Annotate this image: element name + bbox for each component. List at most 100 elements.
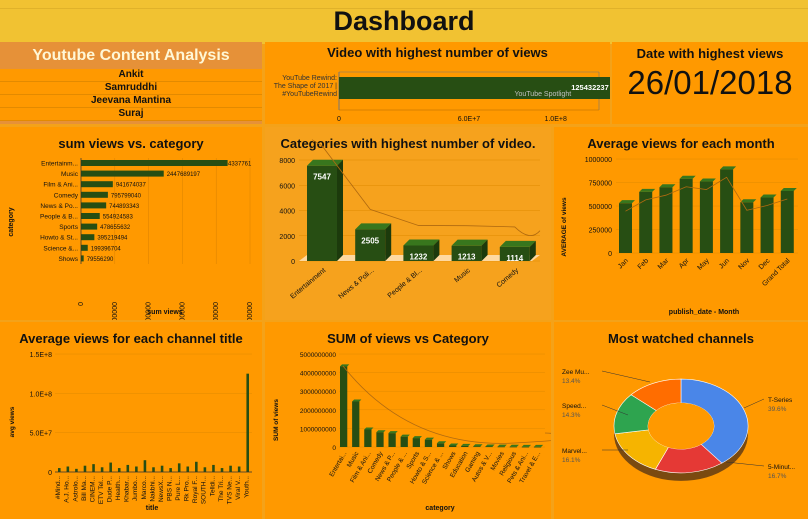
series-label: YouTube Spotlight <box>514 91 571 98</box>
leader-line <box>601 370 651 383</box>
bar-top <box>760 194 777 198</box>
date-panel-title: Date with highest views <box>636 46 784 61</box>
bar <box>220 468 224 472</box>
category-label: #Mind... <box>55 476 62 499</box>
bar <box>485 446 493 448</box>
tick-label: 1.0E+8 <box>30 391 52 398</box>
data-label: 7547 <box>313 173 331 182</box>
top-video-panel: Video with highest number of views YouTu… <box>265 42 610 124</box>
tick-label: 1.0E+8 <box>544 116 566 123</box>
category-label: News & Poli... <box>338 267 376 300</box>
tick-label: 4000 <box>279 209 295 216</box>
category-label: Dude P... <box>107 476 114 502</box>
category-label: #YouTubeRewind <box>282 91 337 98</box>
legend-label: Marvel... <box>562 448 587 455</box>
y-axis-label: SUM of views <box>273 399 280 441</box>
category-label: Mar <box>657 257 671 271</box>
tick-label: 3000000000 <box>179 302 186 320</box>
bar <box>83 465 87 472</box>
bar <box>81 181 113 188</box>
category-label: Jan <box>617 257 630 270</box>
date-panel: Date with highest views 26/01/2018 <box>612 42 808 124</box>
category-label: News & Po... <box>40 203 78 210</box>
bar-top <box>509 444 519 447</box>
bar <box>352 401 360 447</box>
bar <box>92 464 95 472</box>
x-axis-label: sum views <box>147 309 183 316</box>
data-label: 125432237 <box>571 83 609 92</box>
tick-label: 0 <box>332 445 336 452</box>
bar <box>160 465 164 472</box>
tick-label: 2000 <box>279 234 295 241</box>
author-name: Jeevana Mantina <box>0 95 262 108</box>
percent-label: 14.3% <box>562 412 581 419</box>
data-label: 1114 <box>506 254 523 263</box>
bar <box>169 468 172 472</box>
category-label: The Tri... <box>218 476 225 502</box>
bar-top <box>352 399 362 402</box>
channel-views-panel: Average views for each channel title avg… <box>0 322 262 519</box>
bar-top <box>485 444 495 447</box>
top-video-chart: YouTube Rewind: The Shape of 2017 | #You… <box>274 71 610 123</box>
sum-views-category-panel: sum views vs. category category sum view… <box>0 127 262 320</box>
tick-label: 1000000000 <box>300 426 337 433</box>
bar-top <box>720 166 737 170</box>
bar-top <box>679 175 696 179</box>
bar <box>400 436 408 447</box>
category-label: Film & Ani... <box>43 182 78 189</box>
tick-label: 4000000000 <box>300 371 337 378</box>
bar-top <box>364 427 374 430</box>
dashboard-title: Dashboard <box>333 6 475 36</box>
bar <box>81 191 108 198</box>
category-label: The Shape of 2017 | <box>274 83 337 90</box>
data-label: 744893343 <box>109 204 140 210</box>
bar-top <box>533 444 544 447</box>
bar-top <box>740 199 757 203</box>
tick-label: 750000 <box>589 181 612 188</box>
category-label: Entertainm... <box>41 161 78 168</box>
y-axis-label: category <box>8 207 15 236</box>
category-label: Royal F... <box>192 476 199 503</box>
category-label: Comedy <box>496 267 521 289</box>
trend-line <box>311 139 541 236</box>
bar <box>186 466 190 472</box>
bar <box>412 438 420 447</box>
author-name: Suraj <box>0 108 262 121</box>
tick-label: 8000 <box>279 158 295 165</box>
tick-label: 0 <box>78 302 85 306</box>
donut-hole <box>648 402 714 450</box>
tick-label: 0 <box>48 470 52 477</box>
y-axis-label: avg views <box>9 406 16 437</box>
category-label: Comedy <box>54 192 79 199</box>
tick-label: 250000 <box>589 228 612 235</box>
bar <box>237 466 241 472</box>
y-axis-label: AVERAGE of views <box>561 197 568 257</box>
tick-label: 6000 <box>279 183 295 190</box>
bar-top <box>403 239 440 246</box>
bar <box>509 446 517 448</box>
bar <box>619 203 632 253</box>
bar-top <box>376 430 386 433</box>
bar <box>340 366 348 447</box>
data-label: 795799040 <box>111 193 142 199</box>
category-label: Bill Ma... <box>81 476 88 501</box>
bar <box>81 223 98 230</box>
bar-side <box>385 223 392 261</box>
category-label: Health... <box>115 476 122 500</box>
category-label: Howto & St... <box>40 235 78 242</box>
bar-top <box>659 184 676 188</box>
monthly-views-chart: AVERAGE of views publish_date - Month 0 2… <box>561 157 798 316</box>
bar <box>143 460 147 472</box>
bar-top <box>699 178 716 182</box>
bar <box>81 255 84 262</box>
category-label: Shows <box>58 256 78 263</box>
category-label: A.J. Ho... <box>64 476 71 503</box>
tick-label: 2000000000 <box>146 302 153 320</box>
sum-views-category-chart: category sum views 0 1000000000 2000000000… <box>8 158 254 320</box>
tick-label: 4000000000 <box>213 302 220 320</box>
data-label: 2505 <box>361 236 379 245</box>
category-label: YouTube Rewind: <box>282 75 337 82</box>
bar-top <box>436 441 447 444</box>
sum-views-vertical-panel: SUM of views vs Category SUM of views ca… <box>265 322 551 519</box>
bar-top <box>412 436 422 439</box>
